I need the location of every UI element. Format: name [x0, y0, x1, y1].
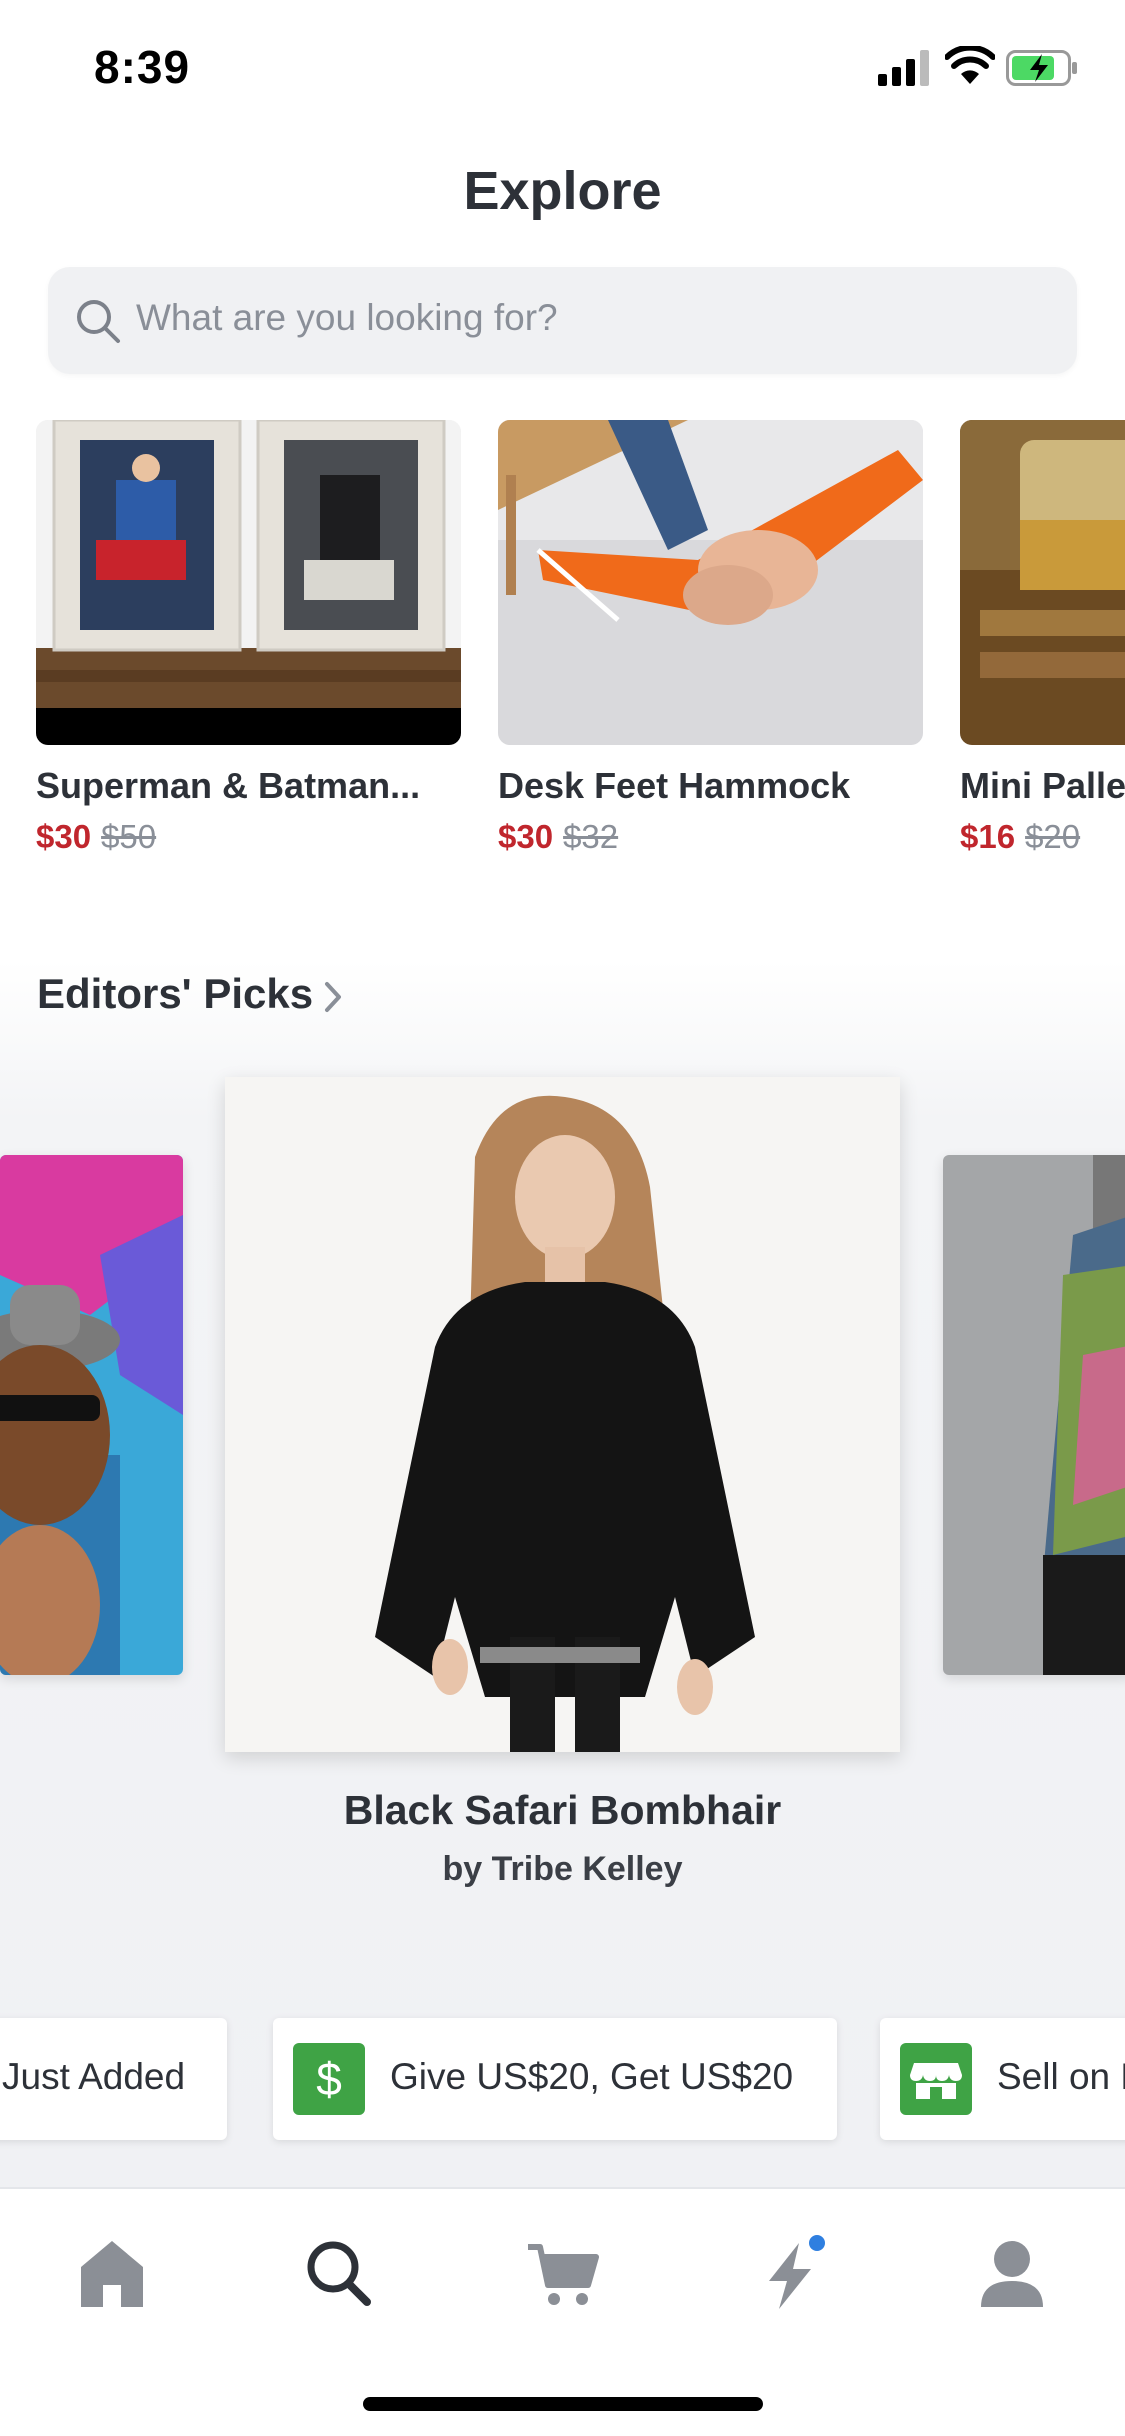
search-placeholder: What are you looking for?	[136, 297, 558, 338]
product-image[interactable]	[36, 420, 461, 745]
chip-label: Just Added	[2, 2056, 186, 2097]
featured-item-shop[interactable]: by Tribe Kelley	[0, 1850, 1125, 1889]
tab-home[interactable]	[67, 2229, 157, 2319]
wifi-icon	[945, 46, 995, 84]
product-price: $30	[498, 818, 554, 855]
shop-icon	[900, 2043, 972, 2115]
product-price-row: $16 $20	[960, 818, 1080, 856]
just-added-chip[interactable]: Just Added	[0, 2018, 227, 2140]
sell-chip[interactable]: Sell on Etsy	[880, 2018, 1125, 2140]
chip-label: Sell on Etsy	[997, 2056, 1125, 2097]
tab-updates[interactable]	[745, 2229, 835, 2319]
tab-profile[interactable]	[967, 2229, 1057, 2319]
bolt-icon	[769, 2235, 825, 2309]
referral-chip[interactable]: $ Give US$20, Get US$20	[273, 2018, 837, 2140]
product-name: Desk Feet Hammock	[498, 765, 851, 806]
editors-pick-card[interactable]	[943, 1155, 1125, 1675]
editors-pick-featured-image[interactable]	[225, 1077, 900, 1752]
product-price: $30	[36, 818, 92, 855]
page-title: Explore	[463, 161, 662, 221]
editors-picks-link[interactable]: Editors' Picks	[37, 970, 313, 1018]
svg-text:$: $	[316, 2053, 342, 2105]
product-old-price: $20	[1025, 818, 1081, 855]
product-image[interactable]	[960, 420, 1125, 745]
product-name: Mini Pallet	[960, 765, 1125, 806]
search-icon	[77, 300, 120, 343]
cart-icon	[528, 2244, 599, 2305]
product-price-row: $30 $32	[498, 818, 618, 856]
chevron-right-icon[interactable]	[323, 980, 343, 1014]
search-input[interactable]: What are you looking for?	[48, 267, 1077, 374]
cellular-signal-icon	[878, 50, 929, 86]
editors-pick-card[interactable]	[0, 1155, 183, 1675]
home-icon	[81, 2241, 143, 2307]
battery-icon	[1006, 50, 1077, 86]
featured-item-name[interactable]: Black Safari Bombhair	[0, 1787, 1125, 1834]
profile-icon	[981, 2241, 1043, 2307]
chip-label: Give US$20, Get US$20	[390, 2056, 794, 2097]
status-time: 8:39	[94, 41, 191, 93]
product-image[interactable]	[498, 420, 923, 745]
product-name: Superman & Batman...	[36, 765, 421, 806]
tab-cart[interactable]	[518, 2229, 608, 2319]
product-price: $16	[960, 818, 1016, 855]
product-old-price: $32	[563, 818, 619, 855]
product-old-price: $50	[101, 818, 157, 855]
product-price-row: $30 $50	[36, 818, 156, 856]
status-bar: 8:39	[0, 0, 1125, 132]
home-indicator	[363, 2397, 763, 2411]
explore-screen: 8:39 Explore What are you looking for? S…	[0, 0, 1125, 2436]
dollar-icon: $	[293, 2043, 365, 2115]
search-icon	[307, 2241, 371, 2306]
tab-search[interactable]	[293, 2229, 383, 2319]
